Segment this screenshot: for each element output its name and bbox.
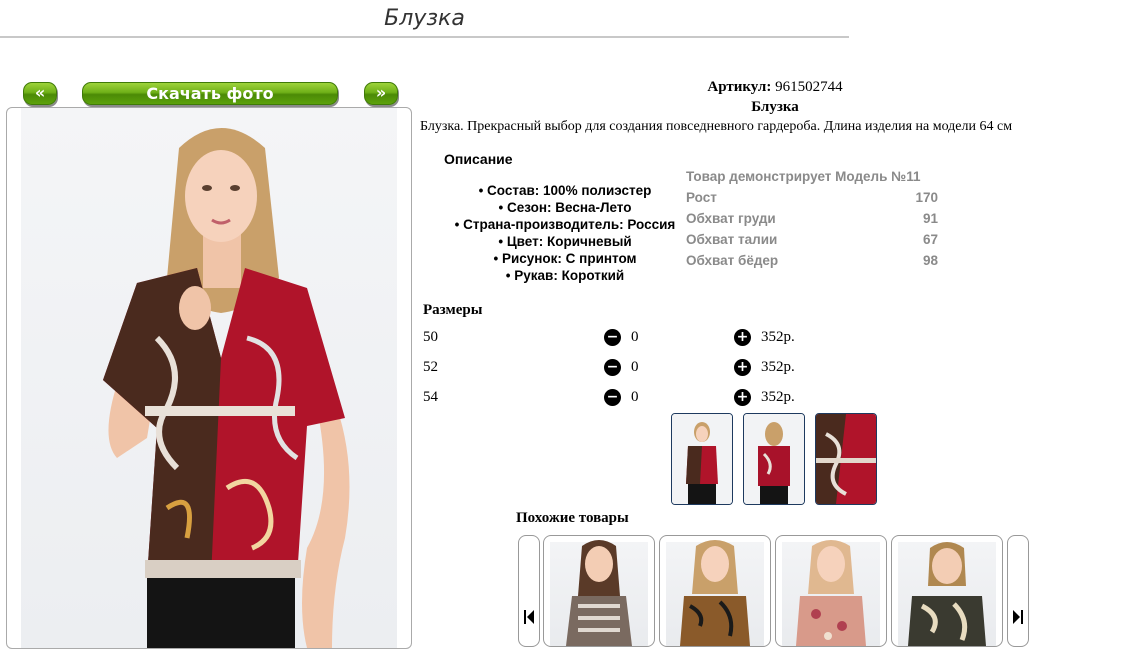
quantity-value: 0: [631, 389, 639, 405]
skip-back-icon: [524, 610, 534, 624]
quantity-value: 0: [631, 359, 639, 375]
measurement-row: Обхват бёдер 98: [686, 253, 938, 268]
similar-product-image: [908, 542, 986, 646]
feature-item: • Сезон: Весна-Лето: [498, 200, 632, 215]
description-heading: Описание: [444, 151, 513, 167]
thumbnail-image: [672, 414, 732, 504]
quantity-value: 0: [631, 329, 639, 345]
similar-product-image: [796, 540, 866, 646]
thumbnail-front[interactable]: [671, 413, 733, 505]
feature-item: • Страна-производитель: Россия: [454, 217, 676, 232]
feature-item: • Рукав: Короткий: [505, 268, 625, 283]
model-caption: Товар демонстрирует Модель №11: [686, 169, 921, 184]
similar-product-card[interactable]: [659, 535, 771, 647]
product-name: Блузка: [751, 99, 799, 115]
similar-product-image: [566, 540, 632, 646]
prev-photo-button[interactable]: «: [23, 82, 57, 105]
size-row: 50 − 0 + 352р.: [423, 329, 823, 351]
size-value: 50: [423, 329, 438, 345]
model-photo-illustration: [103, 128, 350, 648]
title-divider: [0, 36, 849, 38]
carousel-prev-button[interactable]: [518, 535, 540, 647]
similar-product-card[interactable]: [543, 535, 655, 647]
feature-item: • Состав: 100% полиэстер: [478, 183, 652, 198]
similar-product-card[interactable]: [891, 535, 1003, 647]
feature-list: • Состав: 100% полиэстер • Сезон: Весна-…: [440, 182, 690, 284]
similar-product-card[interactable]: [775, 535, 887, 647]
model-measurements: Товар демонстрирует Модель №11 Рост 170 О…: [686, 166, 938, 271]
skip-forward-icon: [1013, 610, 1023, 624]
measurement-row: Рост 170: [686, 190, 938, 205]
article-line: Артикул: 961502744: [640, 79, 910, 96]
main-product-photo[interactable]: [6, 107, 412, 649]
sizes-heading: Размеры: [423, 302, 483, 318]
similar-products-heading: Похожие товары: [516, 510, 629, 526]
plus-circle-icon[interactable]: +: [734, 329, 751, 346]
page-title: Блузка: [384, 6, 465, 31]
thumbnail-image: [744, 414, 804, 504]
measurement-row: Обхват груди 91: [686, 211, 938, 226]
price-value: 352р.: [761, 389, 795, 405]
article-value: 961502744: [775, 79, 843, 95]
feature-item: • Цвет: Коричневый: [498, 234, 632, 249]
thumbnail-image: [816, 414, 876, 504]
download-photo-button[interactable]: Скачать фото: [82, 82, 338, 105]
size-value: 54: [423, 389, 438, 405]
size-row: 52 − 0 + 352р.: [423, 359, 823, 381]
price-value: 352р.: [761, 329, 795, 345]
minus-circle-icon[interactable]: −: [604, 329, 621, 346]
thumbnail-back[interactable]: [743, 413, 805, 505]
thumbnail-detail[interactable]: [815, 413, 877, 505]
feature-item: • Рисунок: С принтом: [493, 251, 637, 266]
minus-circle-icon[interactable]: −: [604, 359, 621, 376]
article-label: Артикул:: [707, 79, 772, 95]
plus-circle-icon[interactable]: +: [734, 389, 751, 406]
next-photo-button[interactable]: »: [364, 82, 398, 105]
size-row: 54 − 0 + 352р.: [423, 389, 823, 411]
similar-product-image: [680, 540, 750, 646]
size-value: 52: [423, 359, 438, 375]
carousel-next-button[interactable]: [1007, 535, 1029, 647]
price-value: 352р.: [761, 359, 795, 375]
product-description: Блузка. Прекрасный выбор для создания по…: [420, 119, 1013, 134]
measurement-row: Обхват талии 67: [686, 232, 938, 247]
plus-circle-icon[interactable]: +: [734, 359, 751, 376]
minus-circle-icon[interactable]: −: [604, 389, 621, 406]
